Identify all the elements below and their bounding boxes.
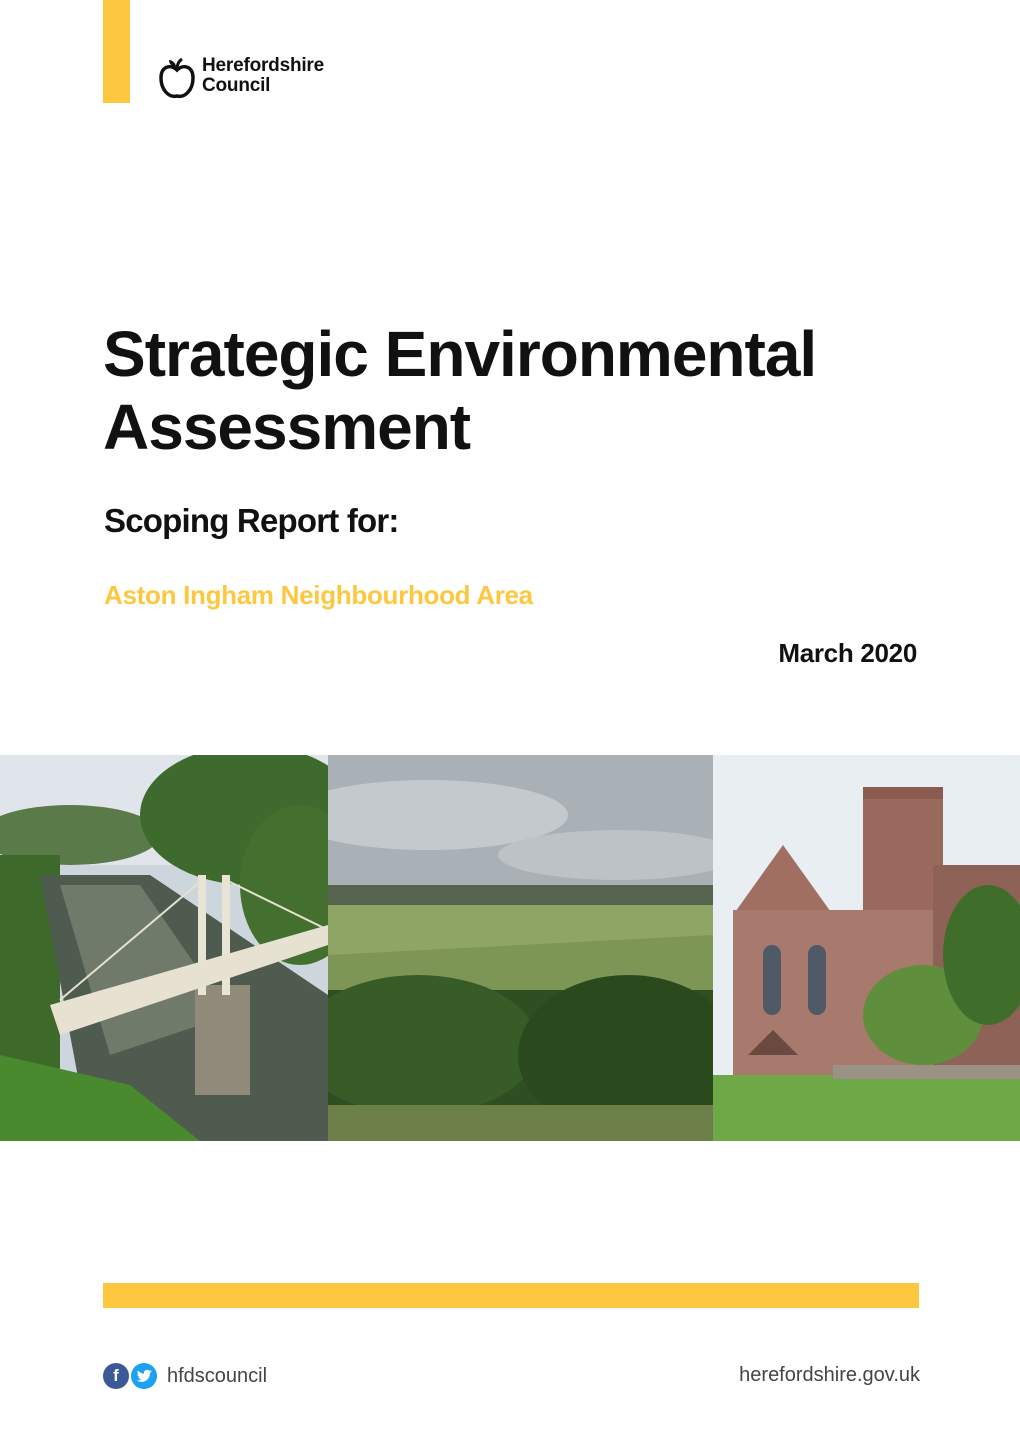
council-logo: Herefordshire Council (158, 56, 324, 100)
logo-line1: Herefordshire (202, 55, 324, 76)
yellow-footer-bar (103, 1283, 919, 1308)
document-title: Strategic Environmental Assessment (103, 318, 817, 463)
document-subtitle: Scoping Report for: (104, 502, 399, 539)
social-handle: hfdscouncil (167, 1364, 268, 1387)
photo-strip (0, 755, 1020, 1141)
neighbourhood-area: Aston Ingham Neighbourhood Area (104, 580, 533, 610)
bridge-photo (0, 755, 328, 1141)
document-date: March 2020 (778, 638, 917, 668)
apple-icon (158, 56, 196, 100)
landscape-photo (328, 755, 713, 1141)
social-links: f hfdscouncil (103, 1363, 267, 1389)
church-photo (713, 755, 1020, 1141)
logo-line2: Council (202, 75, 271, 96)
facebook-icon[interactable]: f (103, 1363, 129, 1389)
yellow-accent-tab (103, 0, 130, 103)
twitter-icon[interactable] (131, 1363, 157, 1389)
logo-text: Herefordshire Council (202, 56, 324, 96)
website-link[interactable]: herefordshire.gov.uk (739, 1364, 920, 1387)
